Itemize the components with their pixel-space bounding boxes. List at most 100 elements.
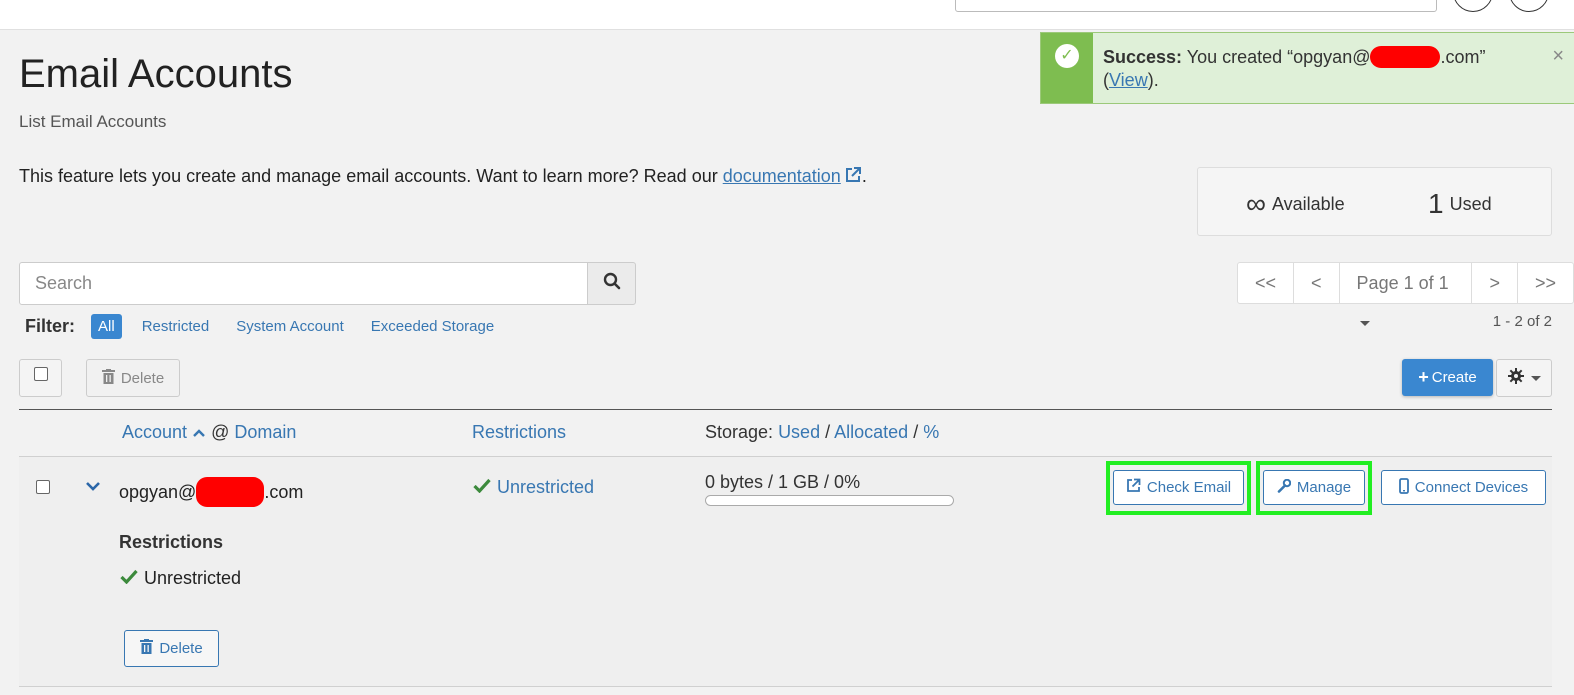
sort-used-link[interactable]: Used [778, 422, 820, 442]
available-stat: ∞ Available [1246, 188, 1345, 220]
select-all-checkbox[interactable] [19, 359, 62, 397]
storage-progress-bar [705, 495, 954, 506]
pagination: << < Page 1 of 1 > >> [1237, 262, 1574, 326]
global-search-input[interactable] [955, 0, 1437, 12]
available-label: Available [1271, 194, 1345, 214]
external-link-icon [1126, 478, 1141, 497]
manage-label: Manage [1296, 479, 1352, 496]
used-count: 1 [1428, 188, 1444, 219]
filter-exceeded-storage[interactable]: Exceeded Storage [364, 314, 501, 339]
detail-restriction-status: Unrestricted [120, 568, 241, 589]
storage-prefix: Storage: [705, 422, 774, 442]
checkbox-box [34, 367, 48, 381]
sort-allocated-link[interactable]: Allocated [834, 422, 908, 442]
account-stats: ∞ Available 1 Used [1197, 167, 1552, 236]
bulk-delete-button[interactable]: Delete [86, 359, 180, 397]
create-label: Create [1431, 369, 1477, 386]
search-input[interactable] [19, 262, 588, 305]
page-title: Email Accounts [19, 52, 293, 96]
redaction-mark [1370, 46, 1441, 68]
account-suffix: .com [264, 482, 304, 502]
last-page-button[interactable]: >> [1518, 263, 1573, 303]
table-header: Account @ Domain Restrictions Storage: U… [19, 412, 1552, 456]
infinity-symbol: ∞ [1246, 188, 1266, 219]
success-alert: ✓ Success: You created “opgyan@ .com” (Vie… [1040, 32, 1574, 104]
detail-restrictions-heading: Restrictions [119, 532, 224, 552]
caret-down-icon [1359, 321, 1370, 326]
first-page-button[interactable]: << [1238, 263, 1295, 303]
alert-bold: Success: [1103, 47, 1183, 67]
next-page-button[interactable]: > [1472, 263, 1518, 303]
search-bar [19, 262, 636, 305]
page-select[interactable]: Page 1 of 1 [1340, 263, 1473, 326]
table-row: opgyan@ .com Unrestricted 0 bytes / 1 GB … [19, 456, 1552, 687]
table-divider [19, 409, 1552, 410]
restriction-label: Unrestricted [497, 477, 595, 497]
intro-text: This feature lets you create and manage … [19, 166, 867, 189]
trash-icon [101, 368, 115, 388]
connect-devices-label: Connect Devices [1414, 479, 1529, 496]
result-range: 1 - 2 of 2 [1492, 313, 1552, 330]
filter-bar: Filter: All Restricted System Account Ex… [25, 312, 514, 340]
help-icon[interactable] [1453, 0, 1493, 12]
sort-asc-icon [192, 422, 206, 442]
alert-message: Success: You created “opgyan@ .com” (View)… [1103, 46, 1533, 92]
account-email: opgyan@ .com [119, 477, 303, 507]
storage-usage: 0 bytes / 1 GB / 0% [705, 472, 861, 492]
delete-account-button[interactable]: Delete [124, 630, 219, 667]
page-label: Page 1 of 1 [1356, 273, 1449, 293]
storage-header: Storage: Used / Allocated / % [705, 422, 939, 443]
account-domain-header: Account @ Domain [122, 422, 296, 443]
bulk-delete-label: Delete [120, 369, 165, 387]
intro-body: This feature lets you create and manage … [19, 166, 723, 186]
external-link-icon [844, 166, 862, 189]
wrench-icon [1277, 478, 1292, 497]
check-icon [473, 477, 491, 498]
connect-devices-button[interactable]: Connect Devices [1381, 470, 1546, 505]
settings-dropdown-button[interactable] [1496, 359, 1552, 397]
redaction-mark [196, 477, 265, 507]
trash-icon [140, 639, 154, 658]
page-subtitle: List Email Accounts [19, 112, 167, 131]
intro-end: . [861, 166, 867, 186]
filter-all[interactable]: All [91, 313, 122, 339]
used-label: Used [1449, 194, 1492, 214]
slash-separator: / [913, 422, 919, 442]
alert-text-before: You created “opgyan@ [1182, 47, 1371, 67]
plus-icon: + [1418, 367, 1429, 387]
success-check-icon: ✓ [1055, 44, 1079, 68]
row-checkbox[interactable] [36, 480, 50, 494]
user-menu-icon[interactable] [1509, 0, 1549, 12]
detail-restriction-label: Unrestricted [144, 568, 242, 588]
search-button[interactable] [587, 262, 636, 305]
sort-restrictions-link[interactable]: Restrictions [472, 422, 566, 442]
manage-button[interactable]: Manage [1263, 470, 1365, 505]
alert-strip: ✓ [1041, 33, 1093, 103]
close-icon[interactable]: × [1552, 45, 1564, 68]
at-separator: @ [211, 422, 230, 442]
chevron-down-icon[interactable] [85, 479, 101, 497]
filter-label: Filter: [25, 315, 76, 336]
used-stat: 1 Used [1428, 188, 1492, 220]
restrictions-header: Restrictions [472, 422, 566, 443]
check-icon [120, 568, 138, 589]
filter-restricted[interactable]: Restricted [135, 314, 217, 339]
caret-down-icon [1530, 375, 1541, 381]
search-icon [603, 272, 621, 295]
alert-view-link[interactable]: View [1109, 70, 1148, 90]
check-email-label: Check Email [1146, 479, 1232, 496]
alert-paren-close: ). [1147, 70, 1159, 90]
create-button[interactable]: + Create [1402, 359, 1493, 396]
check-email-button[interactable]: Check Email [1113, 470, 1244, 505]
sort-percent-link[interactable]: % [923, 422, 939, 442]
restriction-status[interactable]: Unrestricted [473, 477, 594, 498]
alert-text-after: .com” [1440, 47, 1486, 67]
documentation-link[interactable]: documentation [723, 166, 841, 186]
slash-separator: / [825, 422, 831, 442]
account-prefix: opgyan@ [119, 482, 197, 502]
sort-domain-link[interactable]: Domain [234, 422, 296, 442]
delete-account-label: Delete [159, 640, 203, 657]
filter-system-account[interactable]: System Account [229, 314, 351, 339]
prev-page-button[interactable]: < [1294, 263, 1340, 303]
sort-account-link[interactable]: Account [122, 422, 187, 442]
